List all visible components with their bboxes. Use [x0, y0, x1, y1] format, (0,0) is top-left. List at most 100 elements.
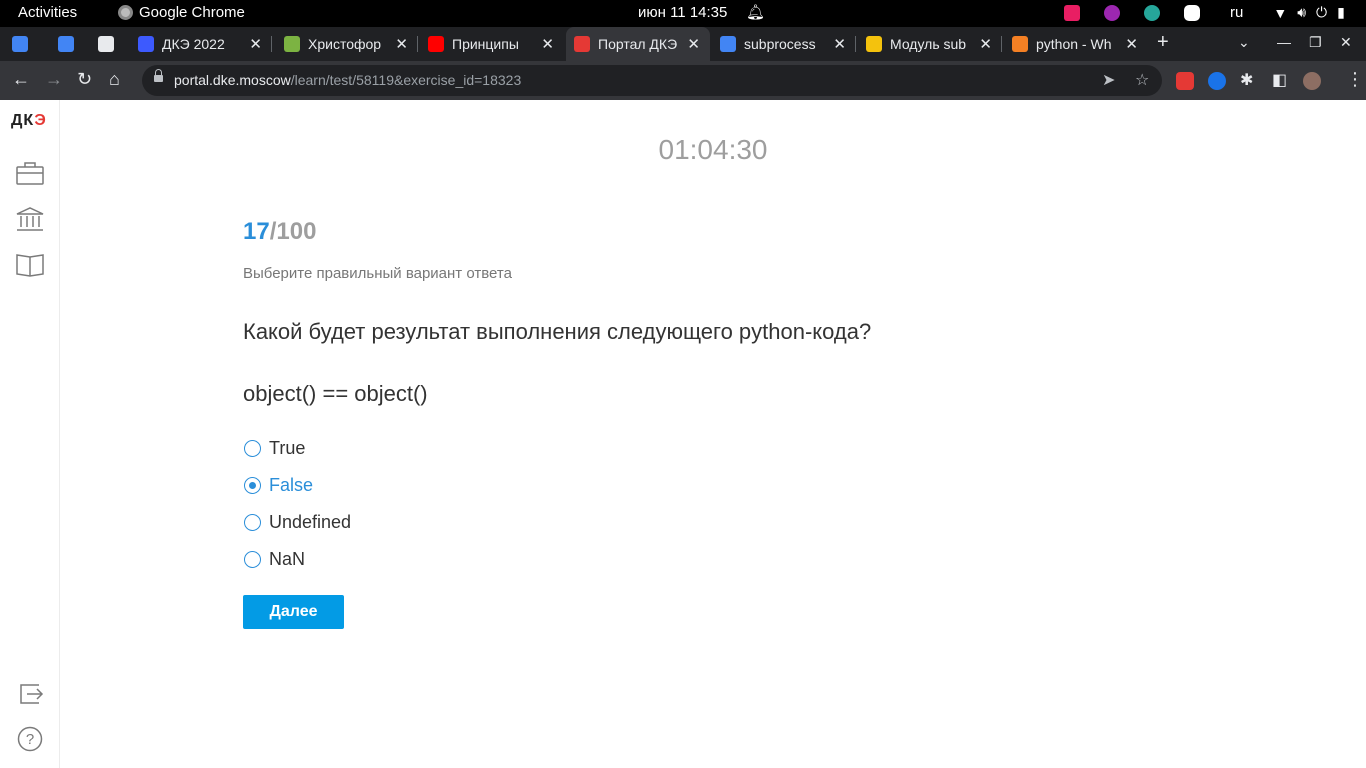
next-button[interactable]: Далее [243, 595, 344, 629]
google-docs-icon [12, 36, 28, 52]
option-false[interactable]: False [243, 467, 351, 504]
app-menu[interactable]: Google Chrome [118, 4, 245, 21]
address-bar[interactable]: portal.dke.moscow/learn/test/58119&exerc… [142, 65, 1162, 96]
notification-bell-icon[interactable]: 🔔︎ [746, 3, 765, 21]
tray-app-icon[interactable] [1064, 4, 1080, 21]
send-icon[interactable]: ➤ [1102, 70, 1115, 90]
tray-app-icon[interactable] [1104, 4, 1120, 21]
tab-khristofor[interactable]: Христофор ✕ [276, 27, 418, 61]
dke-favicon-icon [138, 36, 154, 52]
back-arrow-icon[interactable]: ← [12, 69, 30, 90]
stackoverflow-icon [1012, 36, 1028, 52]
countdown-timer: 01:04:30 [658, 134, 768, 165]
tab-pinned-docs-2[interactable] [58, 27, 88, 61]
tab-python-stackoverflow[interactable]: python - Wh ✕ [1006, 27, 1148, 61]
profile-avatar[interactable] [1303, 72, 1321, 90]
option-label[interactable]: Undefined [269, 512, 351, 533]
minimize-icon[interactable]: — [1277, 34, 1291, 50]
page-content: ДКЭ ? 01:04:30 17/100 Выберите правильны… [0, 100, 1366, 768]
institution-icon[interactable] [15, 206, 45, 232]
radio-button[interactable] [244, 514, 261, 531]
option-true[interactable]: True [243, 430, 351, 467]
tab-subprocess[interactable]: subprocess ✕ [714, 27, 856, 61]
dke-logo[interactable]: ДКЭ [11, 112, 47, 130]
side-panel-icon[interactable]: ◧ [1272, 70, 1287, 90]
reload-icon[interactable]: ↻ [77, 69, 92, 90]
close-icon[interactable]: ✕ [979, 35, 992, 53]
keyboard-layout[interactable]: ru [1230, 4, 1243, 21]
radio-button[interactable] [244, 551, 261, 568]
question-counter: 17/100 [243, 218, 317, 245]
home-icon[interactable]: ⌂ [109, 69, 120, 90]
tab-printsipy[interactable]: Принципы ✕ [422, 27, 564, 61]
bookmark-star-icon[interactable]: ☆ [1135, 70, 1149, 90]
option-undefined[interactable]: Undefined [243, 504, 351, 541]
tab-title: Христофор [308, 36, 382, 52]
extension-icon[interactable] [1208, 72, 1226, 90]
book-icon[interactable] [15, 251, 45, 277]
dke-favicon-icon [574, 36, 590, 52]
close-icon[interactable]: ✕ [249, 35, 262, 53]
google-docs-icon [58, 36, 74, 52]
maximize-icon[interactable]: ❐ [1309, 34, 1322, 51]
tab-search-chevron-icon[interactable]: ⌄ [1238, 34, 1250, 51]
close-icon[interactable]: ✕ [541, 35, 554, 53]
window-close-icon[interactable]: ✕ [1340, 34, 1352, 51]
tab-title: Принципы [452, 36, 519, 52]
youtube-icon [428, 36, 444, 52]
volume-icon[interactable]: 🔊︎ [1297, 4, 1306, 21]
tab-pinned-link[interactable] [98, 27, 128, 61]
system-tray: ru ▼ 🔊︎ ⏻ ▮ [1064, 4, 1355, 21]
power-icon[interactable]: ⏻ [1316, 4, 1327, 21]
clock[interactable]: июн 11 14:35 [638, 4, 727, 21]
battery-icon[interactable]: ▮ [1337, 4, 1345, 21]
briefcase-icon[interactable] [15, 160, 45, 186]
code-snippet: object() == object() [243, 381, 428, 406]
url-text[interactable]: portal.dke.moscow/learn/test/58119&exerc… [174, 72, 521, 88]
tab-dke-2022[interactable]: ДКЭ 2022 ✕ [130, 27, 272, 61]
tab-title: Модуль sub [890, 36, 967, 52]
tab-title: ДКЭ 2022 [162, 36, 225, 52]
close-icon[interactable]: ✕ [687, 35, 700, 53]
link-icon [98, 36, 114, 52]
system-top-bar: Activities Google Chrome июн 11 14:35 🔔︎… [0, 0, 1366, 27]
tab-portal-dke[interactable]: Портал ДКЭ ✕ [566, 27, 710, 61]
tray-app-icon[interactable] [1144, 4, 1160, 21]
google-icon [720, 36, 736, 52]
discord-icon[interactable] [1184, 4, 1200, 21]
tab-pinned-docs-1[interactable] [12, 27, 42, 61]
svg-text:?: ? [26, 731, 34, 748]
lock-icon[interactable] [154, 69, 163, 84]
tab-title: subprocess [744, 36, 816, 52]
answer-options: True False Undefined NaN [243, 430, 351, 578]
tab-title: python - Wh [1036, 36, 1112, 52]
close-icon[interactable]: ✕ [833, 35, 846, 53]
activities-button[interactable]: Activities [18, 4, 77, 21]
python-icon [866, 36, 882, 52]
logout-icon[interactable] [15, 681, 45, 707]
option-nan[interactable]: NaN [243, 541, 351, 578]
close-icon[interactable]: ✕ [1125, 35, 1138, 53]
browser-toolbar: ← → ↻ ⌂ portal.dke.moscow/learn/test/581… [0, 61, 1366, 100]
wifi-icon[interactable]: ▼ [1273, 5, 1287, 21]
question-text: Какой будет результат выполнения следующ… [243, 319, 872, 344]
app-name: Google Chrome [139, 4, 245, 21]
green-circle-icon [284, 36, 300, 52]
menu-kebab-icon[interactable]: ⋮ [1346, 69, 1364, 90]
chrome-icon [118, 5, 133, 20]
puzzle-extensions-icon[interactable]: ✱ [1240, 70, 1253, 90]
new-tab-plus-icon[interactable]: + [1157, 31, 1169, 54]
forward-arrow-icon[interactable]: → [45, 69, 63, 90]
option-label[interactable]: NaN [269, 549, 305, 570]
help-icon[interactable]: ? [15, 726, 45, 752]
answer-hint: Выберите правильный вариант ответа [243, 265, 512, 282]
tab-modul-sub[interactable]: Модуль sub ✕ [860, 27, 1002, 61]
extension-icon[interactable] [1176, 72, 1194, 90]
close-icon[interactable]: ✕ [395, 35, 408, 53]
tab-title: Портал ДКЭ [598, 36, 678, 52]
sidebar: ДКЭ ? [0, 100, 60, 768]
option-label[interactable]: False [269, 475, 313, 496]
option-label[interactable]: True [269, 438, 305, 459]
radio-button-selected[interactable] [244, 477, 261, 494]
radio-button[interactable] [244, 440, 261, 457]
